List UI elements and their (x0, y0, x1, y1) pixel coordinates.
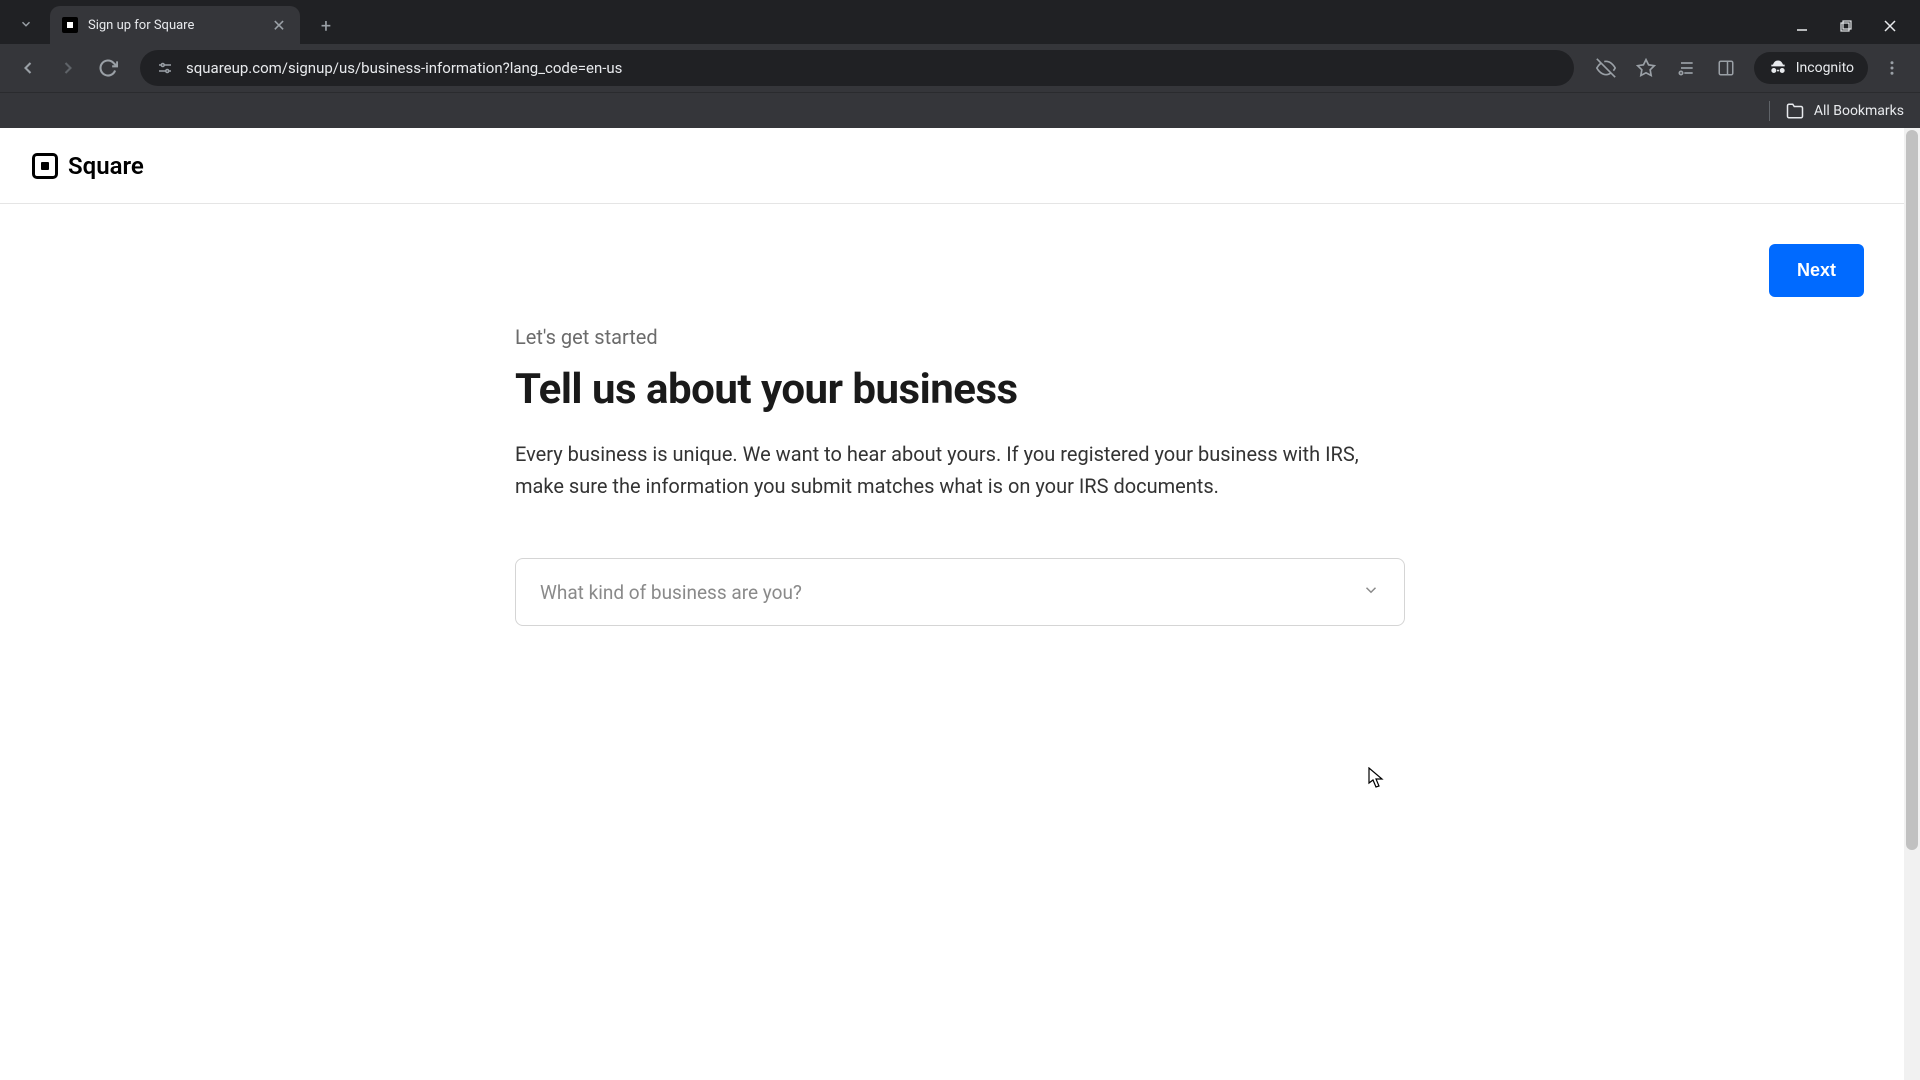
back-button[interactable] (12, 52, 44, 84)
forward-button[interactable] (52, 52, 84, 84)
window-controls (1792, 16, 1920, 36)
chevron-down-icon (1362, 581, 1380, 603)
browser-chrome: Sign up for Square ✕ + (0, 0, 1920, 128)
scrollbar-track[interactable] (1904, 128, 1920, 1080)
address-bar[interactable]: squareup.com/signup/us/business-informat… (140, 50, 1574, 86)
new-tab-button[interactable]: + (310, 10, 342, 42)
tab-bar: Sign up for Square ✕ + (0, 0, 1920, 44)
page-header: Square (0, 128, 1920, 204)
menu-icon[interactable] (1876, 52, 1908, 84)
select-placeholder: What kind of business are you? (540, 581, 802, 604)
incognito-label: Incognito (1796, 60, 1854, 76)
cursor-icon (1368, 767, 1386, 789)
browser-toolbar: squareup.com/signup/us/business-informat… (0, 44, 1920, 92)
business-type-select[interactable]: What kind of business are you? (515, 558, 1405, 626)
browser-tab[interactable]: Sign up for Square ✕ (50, 6, 300, 44)
square-logo-text: Square (68, 152, 144, 180)
site-settings-icon[interactable] (156, 59, 174, 77)
form-content: Let's get started Tell us about your bus… (475, 325, 1445, 626)
close-icon[interactable]: ✕ (270, 16, 288, 34)
square-logo-icon (32, 153, 58, 179)
bookmark-star-icon[interactable] (1630, 52, 1662, 84)
bookmarks-bar: All Bookmarks (0, 92, 1920, 128)
tab-search-button[interactable] (8, 6, 44, 42)
square-logo[interactable]: Square (32, 152, 144, 180)
minimize-button[interactable] (1792, 16, 1812, 36)
page-content: Square Next Let's get started Tell us ab… (0, 128, 1920, 1080)
incognito-badge[interactable]: Incognito (1754, 52, 1868, 84)
side-panel-icon[interactable] (1710, 52, 1742, 84)
action-bar: Next (0, 204, 1920, 297)
eyebrow-text: Let's get started (515, 325, 1405, 349)
url-text: squareup.com/signup/us/business-informat… (186, 59, 1558, 77)
tab-favicon (62, 17, 78, 33)
next-button[interactable]: Next (1769, 244, 1864, 297)
all-bookmarks-button[interactable]: All Bookmarks (1814, 103, 1904, 119)
scrollbar-thumb[interactable] (1906, 130, 1918, 850)
separator (1769, 101, 1770, 121)
media-icon[interactable] (1670, 52, 1702, 84)
folder-icon (1786, 102, 1804, 120)
tab-title: Sign up for Square (88, 18, 260, 33)
close-window-button[interactable] (1880, 16, 1900, 36)
eye-off-icon[interactable] (1590, 52, 1622, 84)
page-description: Every business is unique. We want to hea… (515, 438, 1405, 502)
incognito-icon (1768, 58, 1788, 78)
maximize-button[interactable] (1836, 16, 1856, 36)
reload-button[interactable] (92, 52, 124, 84)
page-title: Tell us about your business (515, 365, 1405, 414)
